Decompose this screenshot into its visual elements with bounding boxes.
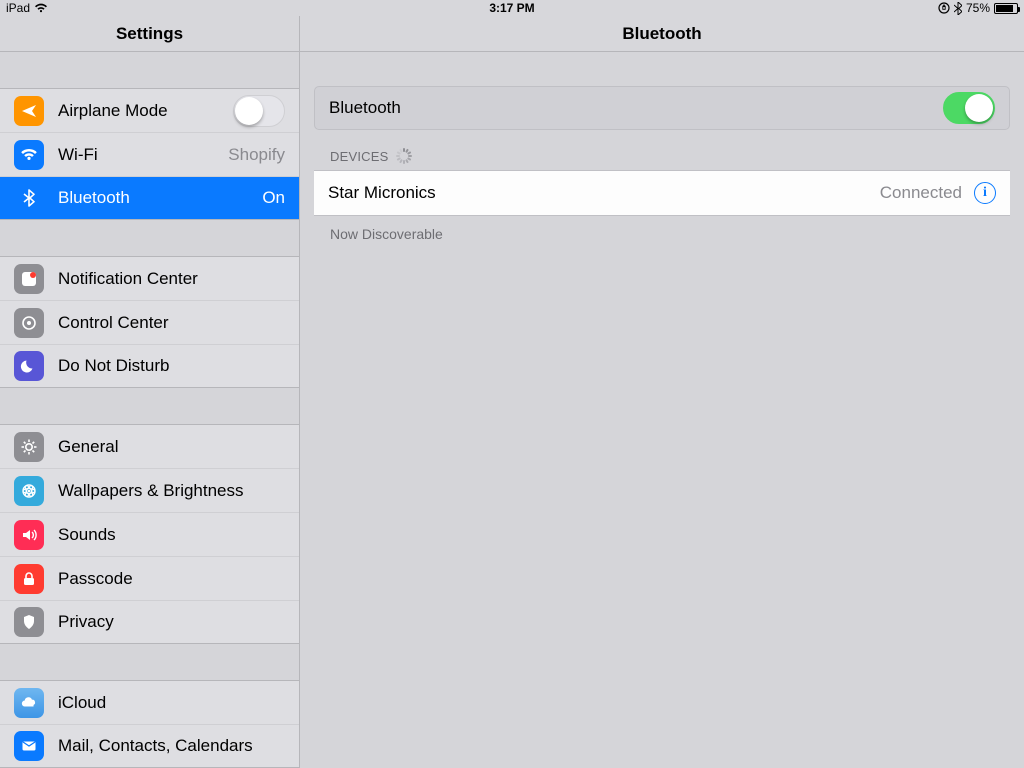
- bluetooth-master-label: Bluetooth: [329, 98, 943, 118]
- devices-header: DEVICES: [314, 130, 1010, 170]
- sidebar-item-label: Do Not Disturb: [58, 356, 285, 376]
- mail-icon: [14, 731, 44, 761]
- detail-pane: Bluetooth DEVICES: [300, 52, 1024, 768]
- device-status: Connected: [880, 183, 962, 203]
- sidebar-item-bluetooth[interactable]: Bluetooth On: [0, 176, 299, 220]
- notification-icon: [14, 264, 44, 294]
- airplane-toggle[interactable]: [233, 95, 285, 127]
- bluetooth-master-row[interactable]: Bluetooth: [314, 86, 1010, 130]
- airplane-icon: [14, 96, 44, 126]
- bluetooth-icon: [14, 183, 44, 213]
- sidebar-item-wallpapers[interactable]: Wallpapers & Brightness: [0, 468, 299, 512]
- settings-sidebar: Airplane Mode Wi-Fi Shopify Bluetooth On: [0, 52, 300, 768]
- sidebar-item-label: Notification Center: [58, 269, 285, 289]
- sidebar-item-label: Control Center: [58, 313, 285, 333]
- scanning-spinner-icon: [396, 148, 412, 164]
- sidebar-item-notification-center[interactable]: Notification Center: [0, 256, 299, 300]
- wifi-icon: [14, 140, 44, 170]
- nav-header: Settings Bluetooth: [0, 16, 1024, 52]
- sidebar-item-do-not-disturb[interactable]: Do Not Disturb: [0, 344, 299, 388]
- discoverable-note: Now Discoverable: [314, 216, 1010, 252]
- sidebar-item-sounds[interactable]: Sounds: [0, 512, 299, 556]
- bluetooth-toggle[interactable]: [943, 92, 995, 124]
- device-info-button[interactable]: i: [974, 182, 996, 204]
- control-center-icon: [14, 308, 44, 338]
- sidebar-item-label: Passcode: [58, 569, 285, 589]
- passcode-icon: [14, 564, 44, 594]
- status-bar: iPad 3:17 PM 75%: [0, 0, 1024, 16]
- bluetooth-status-icon: [954, 2, 962, 15]
- detail-title: Bluetooth: [300, 16, 1024, 51]
- sounds-icon: [14, 520, 44, 550]
- battery-pct: 75%: [966, 1, 990, 15]
- battery-icon: [994, 3, 1018, 14]
- sidebar-item-label: Mail, Contacts, Calendars: [58, 736, 285, 756]
- sidebar-item-label: iCloud: [58, 693, 285, 713]
- sidebar-item-label: General: [58, 437, 285, 457]
- sidebar-item-wifi[interactable]: Wi-Fi Shopify: [0, 132, 299, 176]
- sidebar-item-mail-contacts-calendars[interactable]: Mail, Contacts, Calendars: [0, 724, 299, 768]
- device-name: Star Micronics: [328, 183, 880, 203]
- bluetooth-state: On: [262, 188, 285, 208]
- privacy-icon: [14, 607, 44, 637]
- dnd-icon: [14, 351, 44, 381]
- orientation-lock-icon: [938, 2, 950, 14]
- sidebar-item-label: Sounds: [58, 525, 285, 545]
- device-name: iPad: [6, 1, 30, 15]
- sidebar-item-general[interactable]: General: [0, 424, 299, 468]
- sidebar-item-label: Wi-Fi: [58, 145, 220, 165]
- wallpapers-icon: [14, 476, 44, 506]
- sidebar-item-label: Airplane Mode: [58, 101, 233, 121]
- icloud-icon: [14, 688, 44, 718]
- sidebar-item-passcode[interactable]: Passcode: [0, 556, 299, 600]
- clock: 3:17 PM: [489, 1, 534, 15]
- sidebar-item-control-center[interactable]: Control Center: [0, 300, 299, 344]
- sidebar-item-label: Wallpapers & Brightness: [58, 481, 285, 501]
- sidebar-item-label: Privacy: [58, 612, 285, 632]
- sidebar-title: Settings: [0, 16, 300, 51]
- sidebar-item-airplane-mode[interactable]: Airplane Mode: [0, 88, 299, 132]
- wifi-icon: [34, 3, 48, 13]
- general-icon: [14, 432, 44, 462]
- device-row[interactable]: Star Micronics Connected i: [314, 170, 1010, 216]
- sidebar-item-label: Bluetooth: [58, 188, 254, 208]
- sidebar-item-privacy[interactable]: Privacy: [0, 600, 299, 644]
- wifi-network-name: Shopify: [228, 145, 285, 165]
- sidebar-item-icloud[interactable]: iCloud: [0, 680, 299, 724]
